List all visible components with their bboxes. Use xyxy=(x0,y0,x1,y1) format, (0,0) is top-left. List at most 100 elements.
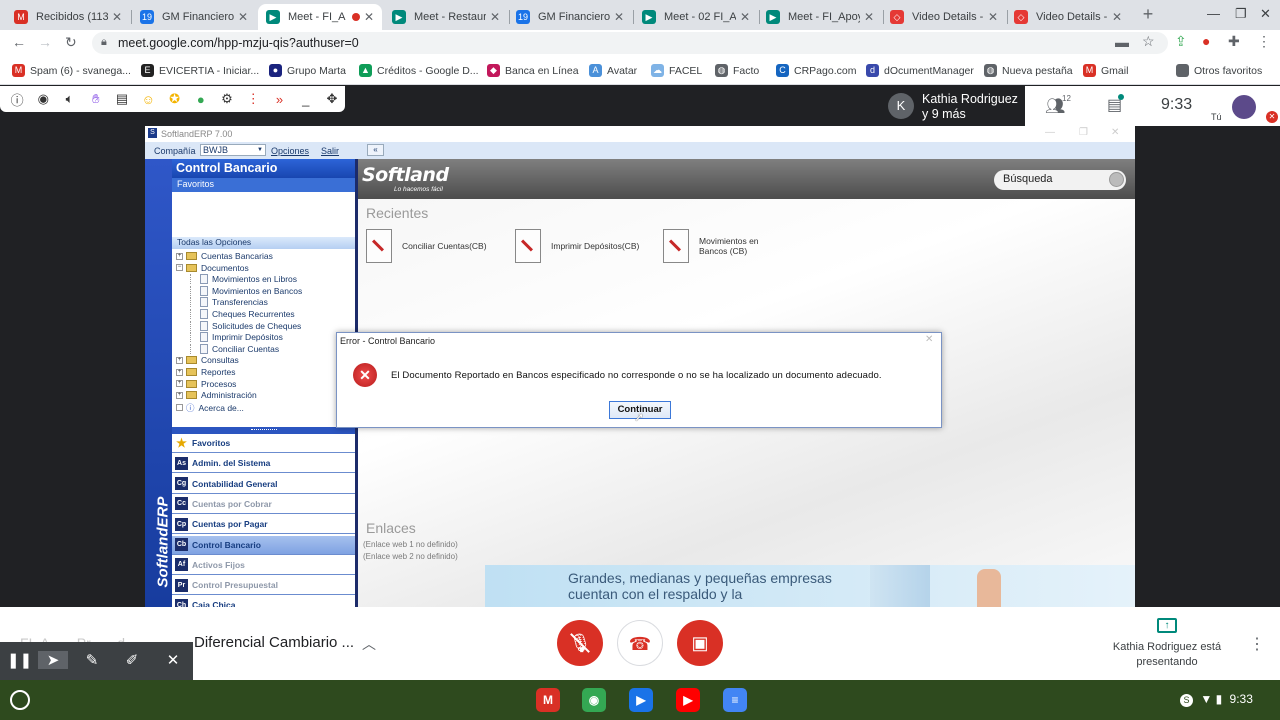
module-button[interactable]: Pr Control Presupuestal xyxy=(172,576,355,596)
extension-save-icon[interactable]: ⇪ xyxy=(1175,33,1187,50)
tree-node[interactable]: ⓘ Acerca de... xyxy=(176,402,244,414)
bookmark-item[interactable]: ● Grupo Marta xyxy=(269,64,346,77)
restore-icon[interactable]: ❐ xyxy=(1235,6,1247,22)
docs-app-icon[interactable]: ≡ xyxy=(723,688,747,712)
bookmark-item[interactable]: ◆ Banca en Línea xyxy=(487,64,579,77)
search-icon[interactable] xyxy=(1109,172,1124,187)
tree-node[interactable]: + Reportes xyxy=(176,367,236,377)
double-chevron-icon[interactable]: » xyxy=(266,92,292,107)
module-button[interactable]: Ch Caja Chica xyxy=(172,596,355,607)
gmail-app-icon[interactable]: M xyxy=(536,688,560,712)
nav-splitter[interactable] xyxy=(172,427,355,434)
tree-node[interactable]: Transferencias xyxy=(190,297,268,308)
status-tray[interactable]: S ▼ ▮ 9:33 xyxy=(1180,692,1253,707)
star-icon[interactable]: ☆ xyxy=(1142,33,1155,50)
url-text[interactable]: meet.google.com/hpp-mzju-qis?authuser=0 xyxy=(118,36,359,50)
reciente-item[interactable]: Imprimir Depósitos(CB) xyxy=(515,229,639,263)
browser-tab[interactable]: 19 GM Financiero - ✕ xyxy=(508,4,632,30)
module-button[interactable]: Cg Contabilidad General xyxy=(172,474,355,494)
tree-node[interactable]: + Cuentas Bancarias xyxy=(176,251,273,261)
bookmark-item[interactable]: ▲ Créditos - Google D... xyxy=(359,64,479,77)
chrome-app-icon[interactable]: ◉ xyxy=(582,688,606,712)
close-draw-icon[interactable]: ✕ xyxy=(163,651,183,669)
close-tab-icon[interactable]: ✕ xyxy=(864,10,874,24)
highlighter-icon[interactable]: ✐ xyxy=(122,651,142,669)
minimize-icon[interactable]: — xyxy=(1207,6,1220,21)
bookmark-item[interactable]: d dOcumentManager xyxy=(866,64,974,77)
bookmark-item[interactable]: ◍ Facto xyxy=(715,64,759,77)
play-store-app-icon[interactable]: ▶ xyxy=(629,688,653,712)
kebab-menu-icon[interactable]: ⋮ xyxy=(240,91,266,107)
badge-icon[interactable]: ✪ xyxy=(161,91,187,107)
meeting-title[interactable]: Diferencial Cambiario ... xyxy=(194,634,354,651)
bookmark-item[interactable]: A Avatar xyxy=(589,64,637,77)
close-tab-icon[interactable]: ✕ xyxy=(740,10,750,24)
erp-restore-icon[interactable]: ❐ xyxy=(1079,127,1088,138)
close-tab-icon[interactable]: ✕ xyxy=(364,10,374,24)
collapse-nav-button[interactable]: « xyxy=(367,144,384,156)
pen-icon[interactable]: ✎ xyxy=(82,651,102,669)
back-icon[interactable]: ← xyxy=(12,34,26,50)
settings-gear-icon[interactable]: ⚙ xyxy=(214,91,240,107)
bookmark-item[interactable]: ☁ FACEL xyxy=(651,64,702,77)
close-window-icon[interactable]: ✕ xyxy=(1260,6,1271,22)
bookmark-item[interactable]: M Spam (6) - svanega... xyxy=(12,64,131,77)
volume-icon[interactable]: 🔈︎ xyxy=(56,91,82,107)
browser-menu-icon[interactable]: ⋮ xyxy=(1257,33,1271,50)
tree-node[interactable]: − Documentos xyxy=(176,263,249,273)
close-tab-icon[interactable]: ✕ xyxy=(112,10,122,24)
bookmark-item[interactable]: M Gmail xyxy=(1083,64,1128,77)
move-icon[interactable]: ✥ xyxy=(319,91,345,107)
chat-bubble-icon[interactable]: ● xyxy=(188,92,214,107)
close-tab-icon[interactable]: ✕ xyxy=(1112,10,1122,24)
menu-opciones[interactable]: Opciones xyxy=(271,146,309,156)
browser-tab[interactable]: M Recibidos (113) - ✕ xyxy=(6,4,130,30)
expand-icon[interactable]: + xyxy=(176,368,183,376)
collapse-icon[interactable]: − xyxy=(176,264,183,272)
browser-tab[interactable]: 19 GM Financiero - ✕ xyxy=(132,4,256,30)
camera-off-button[interactable]: ▣ xyxy=(677,620,723,666)
pause-icon[interactable]: ❚❚ xyxy=(7,651,32,669)
tree-node[interactable]: Imprimir Depósitos xyxy=(190,332,283,343)
extension-record-icon[interactable]: ● xyxy=(1202,33,1210,49)
erp-close-icon[interactable]: ✕ xyxy=(1111,127,1119,138)
browser-tab[interactable]: ▶ Meet - FI_A ✕ xyxy=(258,4,382,30)
company-select[interactable]: BWJB ▼ xyxy=(200,144,266,156)
browser-tab[interactable]: ▶ Meet - 02 FI_Ap ✕ xyxy=(634,4,758,30)
chevron-up-icon[interactable]: ︿ xyxy=(362,634,376,654)
expand-icon[interactable]: + xyxy=(176,380,183,388)
module-button[interactable]: Af Activos Fijos xyxy=(172,555,355,575)
module-button[interactable]: ★ Favoritos xyxy=(172,434,355,453)
info-icon[interactable]: ⓘ xyxy=(4,90,30,109)
clipboard-icon[interactable]: ▤ xyxy=(109,91,135,107)
expand-icon[interactable]: + xyxy=(176,356,183,364)
eye-icon[interactable]: ◉ xyxy=(30,91,56,107)
menu-salir[interactable]: Salir xyxy=(321,146,339,156)
erp-minimize-icon[interactable]: — xyxy=(1045,127,1055,138)
expand-icon[interactable]: + xyxy=(176,252,183,260)
search-box[interactable]: Búsqueda xyxy=(994,170,1126,190)
hand-icon[interactable]: ✋︎ xyxy=(83,91,109,107)
close-tab-icon[interactable]: ✕ xyxy=(490,10,500,24)
enlace-web-1[interactable]: (Enlace web 1 no definido) xyxy=(363,540,458,549)
bookmark-item[interactable]: ◍ Nueva pestaña xyxy=(984,64,1073,77)
module-button[interactable]: Cc Cuentas por Cobrar xyxy=(172,494,355,514)
tree-node[interactable]: + Consultas xyxy=(176,355,239,365)
module-button[interactable]: Cb Control Bancario xyxy=(172,535,355,555)
module-button[interactable]: Cp Cuentas por Pagar xyxy=(172,515,355,535)
dialog-close-icon[interactable]: ✕ xyxy=(925,334,933,345)
browser-tab[interactable]: ▶ Meet - Restaura ✕ xyxy=(384,4,508,30)
close-tab-icon[interactable]: ✕ xyxy=(614,10,624,24)
enlace-web-2[interactable]: (Enlace web 2 no definido) xyxy=(363,552,458,561)
reciente-item[interactable]: Conciliar Cuentas(CB) xyxy=(366,229,487,263)
extensions-puzzle-icon[interactable]: ✚ xyxy=(1228,33,1240,50)
tree-node[interactable]: + Procesos xyxy=(176,379,236,389)
hang-up-button[interactable]: ☎ xyxy=(617,620,663,666)
present-screen-icon[interactable]: ↑ xyxy=(1157,618,1177,633)
tree-node[interactable]: Movimientos en Bancos xyxy=(190,285,302,296)
self-avatar[interactable] xyxy=(1232,95,1256,119)
more-options-icon[interactable]: ⋮ xyxy=(1249,634,1265,654)
expand-icon[interactable]: + xyxy=(176,391,183,399)
youtube-app-icon[interactable]: ▶ xyxy=(676,688,700,712)
bookmark-item[interactable]: C CRPago.com xyxy=(776,64,856,77)
